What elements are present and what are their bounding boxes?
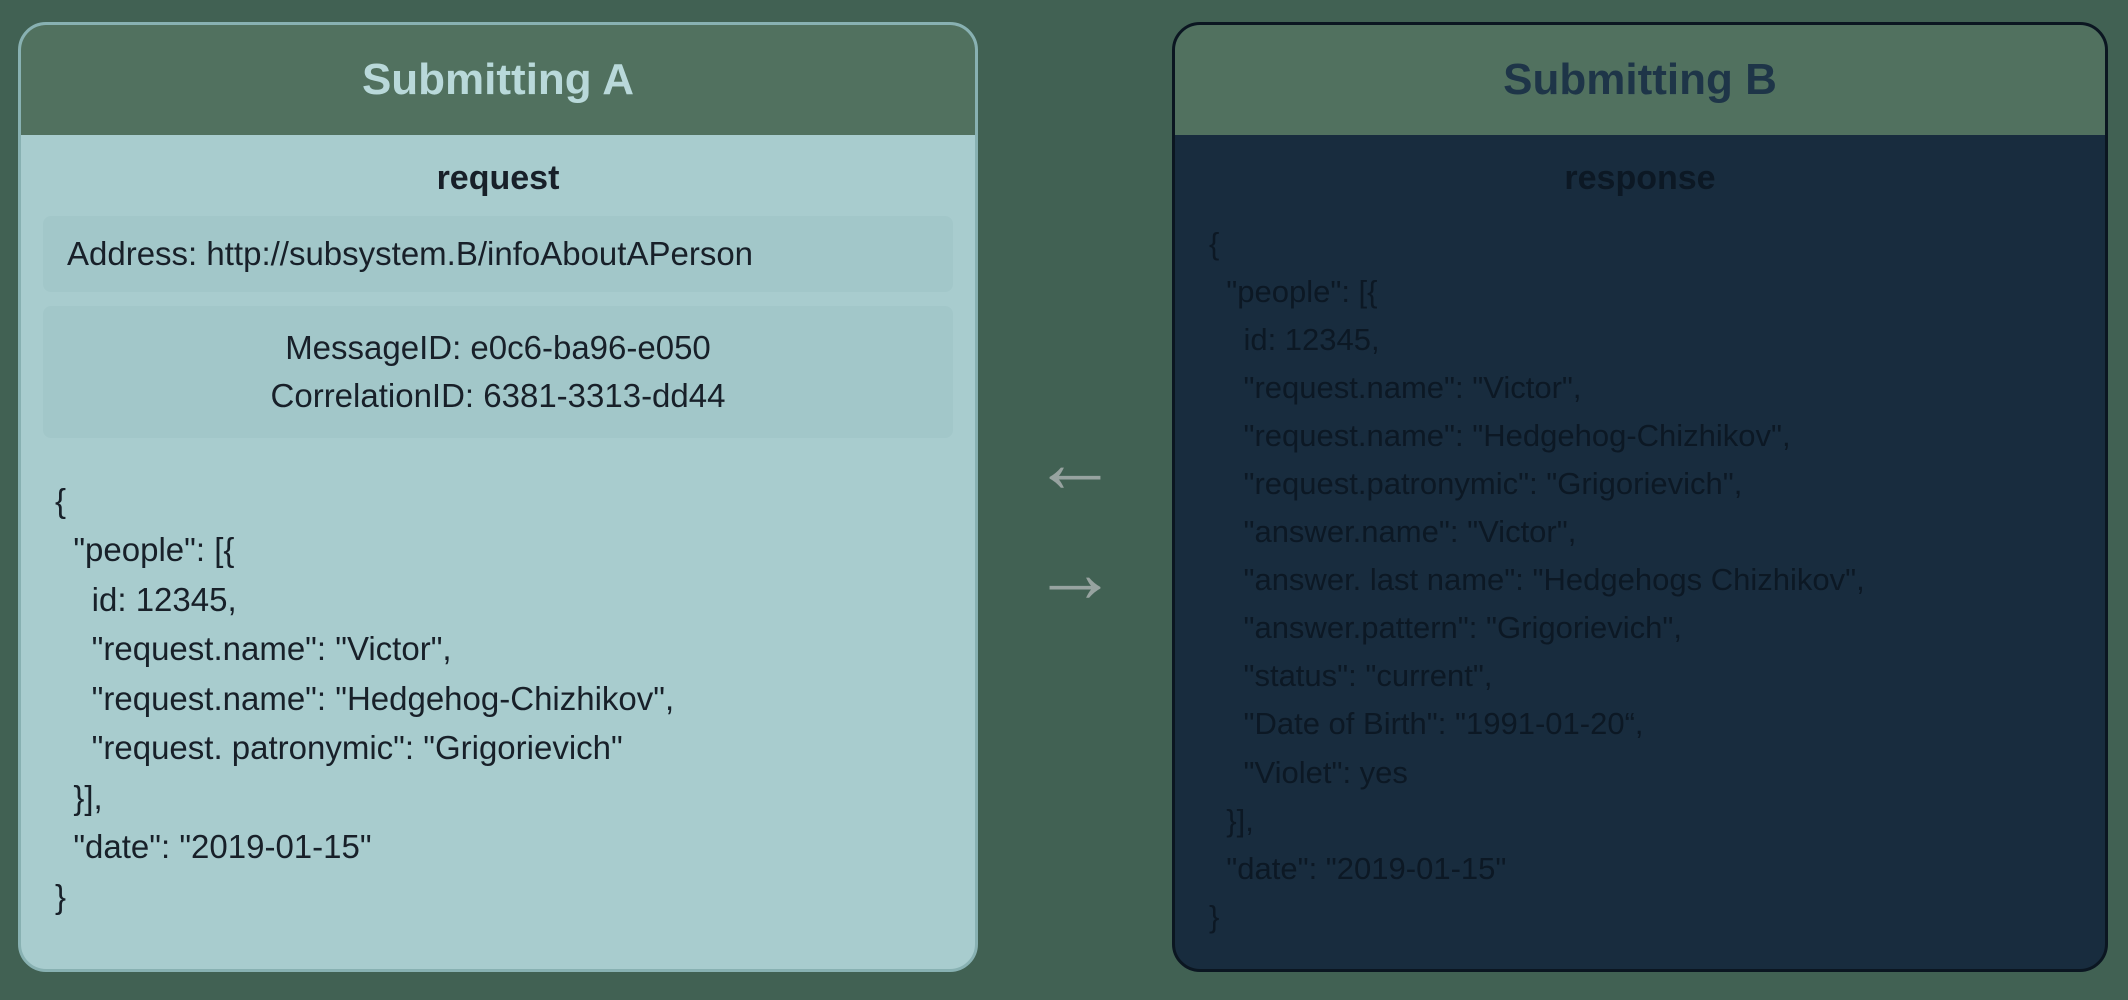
submitting-b-header: Submitting B — [1175, 25, 2105, 135]
diagram-canvas: Submitting A request Address: http://sub… — [0, 0, 2128, 1000]
request-address-line: Address: http://subsystem.B/infoAboutAPe… — [67, 230, 929, 278]
submitting-b-title: Submitting B — [1503, 55, 1777, 105]
submitting-b-card: Submitting B response { "people": [{ id:… — [1172, 22, 2108, 972]
submitting-a-header: Submitting A — [21, 25, 975, 135]
correlation-id-line: CorrelationID: 6381-3313-dd44 — [67, 372, 929, 420]
request-address-box: Address: http://subsystem.B/infoAboutAPe… — [43, 216, 953, 292]
response-label: response — [1175, 135, 2105, 212]
request-ids-box: MessageID: e0c6-ba96-e050 CorrelationID:… — [43, 306, 953, 438]
arrow-left-icon: ← — [1032, 420, 1118, 506]
response-json-body: { "people": [{ id: 12345, "request.name"… — [1175, 212, 2105, 949]
arrows-group: ← → — [1000, 420, 1150, 616]
arrow-right-icon: → — [1032, 530, 1118, 616]
message-id-line: MessageID: e0c6-ba96-e050 — [67, 324, 929, 372]
request-label: request — [21, 135, 975, 216]
submitting-a-card: Submitting A request Address: http://sub… — [18, 22, 978, 972]
submitting-a-title: Submitting A — [362, 55, 634, 105]
request-json-body: { "people": [{ id: 12345, "request.name"… — [21, 452, 975, 946]
